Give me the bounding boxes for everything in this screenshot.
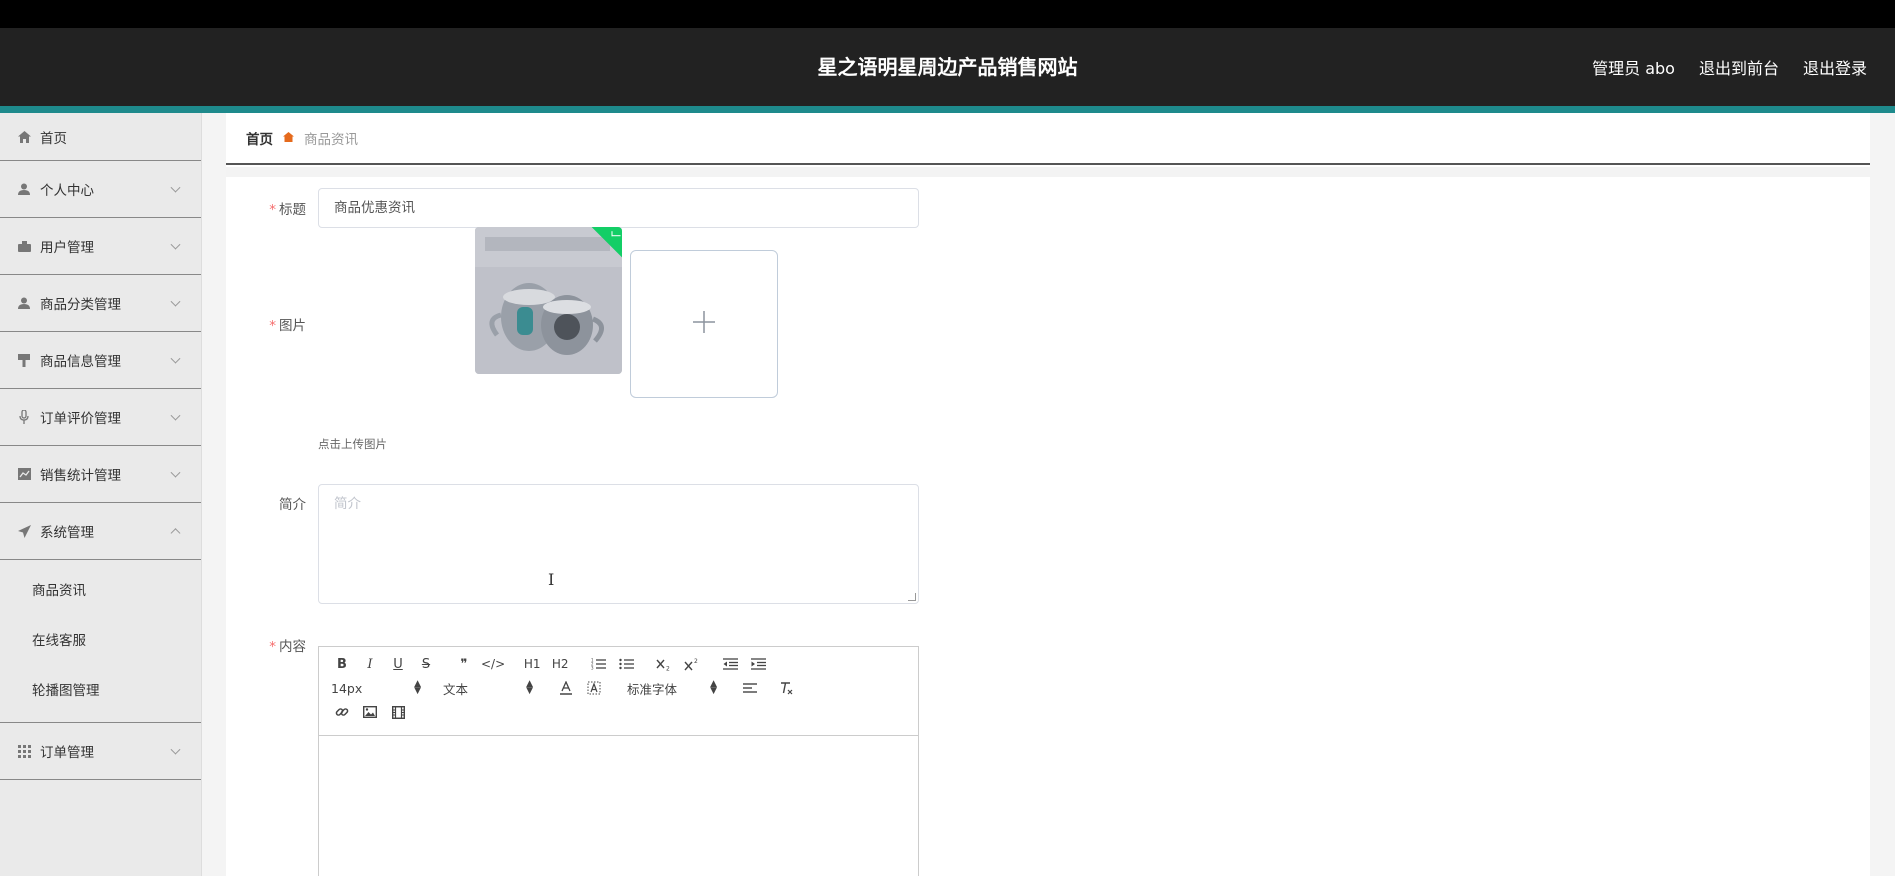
svg-text:3: 3 xyxy=(591,666,594,671)
subscript-icon[interactable]: 2 xyxy=(653,654,675,674)
svg-text:2: 2 xyxy=(666,665,670,671)
breadcrumb-separator-icon xyxy=(283,131,294,145)
rich-text-editor[interactable]: B I U S ❞ </> H1 H2 123 2 2 14px ▲ ▼ 文本 … xyxy=(318,646,919,876)
grid-icon xyxy=(17,744,31,758)
header-select[interactable]: 文本 ▲ ▼ xyxy=(443,678,533,698)
user-icon xyxy=(17,296,31,310)
title-label: * 标题 xyxy=(269,202,306,218)
h2-button[interactable]: H2 xyxy=(549,654,571,674)
user-card-icon xyxy=(17,239,31,253)
editor-toolbar: B I U S ❞ </> H1 H2 123 2 2 14px ▲ ▼ 文本 … xyxy=(319,647,918,736)
chevron-down-icon xyxy=(170,296,181,307)
text-color-icon[interactable] xyxy=(555,678,577,698)
indent-icon[interactable] xyxy=(747,654,769,674)
intro-textarea[interactable]: 简介 xyxy=(318,484,919,604)
sidebar-item-label: 系统管理 xyxy=(40,525,94,541)
image-icon[interactable] xyxy=(359,702,381,722)
chevron-down-icon xyxy=(170,353,181,364)
sidebar-item-label: 销售统计管理 xyxy=(40,468,121,484)
sidebar-item-order-management[interactable]: 订单管理 xyxy=(0,723,201,780)
system-submenu: 商品资讯 在线客服 轮播图管理 xyxy=(0,560,201,723)
sidebar-item-label: 订单管理 xyxy=(40,745,94,761)
sidebar-item-label: 用户管理 xyxy=(40,240,94,256)
upload-tip: 点击上传图片 xyxy=(318,437,387,451)
bullet-list-icon[interactable] xyxy=(615,654,637,674)
brush-icon xyxy=(17,353,31,367)
breadcrumb-home[interactable]: 首页 xyxy=(246,128,273,148)
outdent-icon[interactable] xyxy=(719,654,741,674)
sidebar-item-order-review[interactable]: 订单评价管理 xyxy=(0,389,201,446)
breadcrumb: 首页 商品资讯 xyxy=(226,113,1870,165)
resize-grip-icon[interactable] xyxy=(908,593,916,601)
chevron-down-icon xyxy=(170,410,181,421)
sidebar-item-label: 首页 xyxy=(40,130,67,147)
intro-label: 简介 xyxy=(279,497,306,513)
home-icon xyxy=(17,130,31,144)
sidebar-item-label: 个人中心 xyxy=(40,183,94,199)
sidebar-item-user-management[interactable]: 用户管理 xyxy=(0,218,201,275)
plus-icon xyxy=(691,307,717,341)
chevron-up-icon xyxy=(170,528,181,539)
intro-placeholder: 简介 xyxy=(334,496,361,512)
top-black-bar xyxy=(0,0,1895,28)
editor-content-area[interactable] xyxy=(319,736,918,876)
align-icon[interactable] xyxy=(739,678,761,698)
font-size-select[interactable]: 14px ▲ ▼ xyxy=(331,678,421,698)
chart-icon xyxy=(17,467,31,481)
image-label: * 图片 xyxy=(269,318,306,334)
link-icon[interactable] xyxy=(331,702,353,722)
admin-user-label[interactable]: 管理员 abo xyxy=(1592,55,1675,79)
strike-button[interactable]: S xyxy=(415,654,437,674)
uploaded-image-thumbnail[interactable] xyxy=(475,227,622,374)
chevron-down-icon xyxy=(170,182,181,193)
sidebar: 首页 个人中心 用户管理 商品分类管理 商品信息管理 订单评价管理 销售统计管理… xyxy=(0,113,202,876)
sidebar-item-label: 订单评价管理 xyxy=(40,411,121,427)
select-arrows-icon: ▲ ▼ xyxy=(526,678,533,696)
logout-link[interactable]: 退出登录 xyxy=(1803,55,1867,79)
sidebar-item-label: 商品分类管理 xyxy=(40,297,121,313)
underline-button[interactable]: U xyxy=(387,654,409,674)
submenu-item-online-service[interactable]: 在线客服 xyxy=(0,616,201,666)
italic-button[interactable]: I xyxy=(359,654,381,674)
sidebar-item-sales-stats[interactable]: 销售统计管理 xyxy=(0,446,201,503)
clear-format-icon[interactable] xyxy=(775,678,797,698)
image-upload-button[interactable] xyxy=(630,250,778,398)
sidebar-item-system-management[interactable]: 系统管理 xyxy=(0,503,201,560)
microphone-icon xyxy=(17,410,31,424)
video-icon[interactable] xyxy=(387,702,409,722)
sidebar-item-personal-center[interactable]: 个人中心 xyxy=(0,161,201,218)
bold-button[interactable]: B xyxy=(331,654,353,674)
sidebar-item-category-management[interactable]: 商品分类管理 xyxy=(0,275,201,332)
content-label: * 内容 xyxy=(269,639,306,655)
select-arrows-icon: ▲ ▼ xyxy=(414,678,421,696)
sidebar-item-label: 商品信息管理 xyxy=(40,354,121,370)
ordered-list-icon[interactable]: 123 xyxy=(587,654,609,674)
blockquote-button[interactable]: ❞ xyxy=(453,654,475,674)
chevron-down-icon xyxy=(170,239,181,250)
content-divider xyxy=(226,167,1870,177)
superscript-icon[interactable]: 2 xyxy=(681,654,703,674)
header-accent-stripe xyxy=(0,106,1895,113)
chevron-down-icon xyxy=(170,467,181,478)
svg-text:2: 2 xyxy=(694,658,698,665)
to-front-link[interactable]: 退出到前台 xyxy=(1699,55,1779,79)
person-icon xyxy=(17,182,31,196)
submenu-item-carousel[interactable]: 轮播图管理 xyxy=(0,666,201,716)
chevron-down-icon xyxy=(170,744,181,755)
select-arrows-icon: ▲ ▼ xyxy=(710,678,717,696)
sidebar-item-product-info[interactable]: 商品信息管理 xyxy=(0,332,201,389)
sidebar-item-home[interactable]: 首页 xyxy=(0,113,201,161)
product-mug-image xyxy=(475,227,622,374)
text-cursor-icon: I xyxy=(548,570,555,589)
main-content: 首页 商品资讯 * 标题 商品优惠资讯 * 图片 点击上传图片 简介 简介 I … xyxy=(226,113,1870,876)
h1-button[interactable]: H1 xyxy=(521,654,543,674)
font-family-select[interactable]: 标准字体 ▲ ▼ xyxy=(627,678,717,698)
submenu-item-product-news[interactable]: 商品资讯 xyxy=(0,566,201,616)
breadcrumb-current: 商品资讯 xyxy=(304,132,358,148)
send-icon xyxy=(17,524,31,538)
title-input[interactable]: 商品优惠资讯 xyxy=(318,188,919,228)
header-links: 管理员 abo 退出到前台 退出登录 xyxy=(1592,28,1867,106)
code-block-button[interactable]: </> xyxy=(481,654,505,674)
background-color-icon[interactable] xyxy=(583,678,605,698)
